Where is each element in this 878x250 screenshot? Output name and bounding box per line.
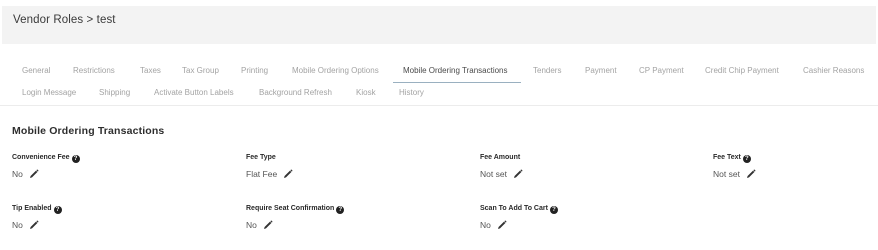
tab-payment[interactable]: Payment [585,66,617,76]
fee-amount-value-text: Not set [480,169,507,179]
tab-shipping[interactable]: Shipping [99,88,130,98]
fee-amount-label-text: Fee Amount [480,154,521,161]
tab-tenders[interactable]: Tenders [533,66,561,76]
tab-cashier-reasons[interactable]: Cashier Reasons [803,66,864,76]
convenience-fee-value-text: No [12,169,23,179]
tab-tax-group[interactable]: Tax Group [182,66,219,76]
tab-taxes[interactable]: Taxes [140,66,161,76]
fee-amount-label: Fee Amount [480,153,520,162]
page-header: Vendor Roles > test [2,6,876,44]
require-seat-confirmation-label: Require Seat Confirmation? [246,204,345,214]
question-circle-icon[interactable]: ? [53,206,62,214]
tab-mobile-ordering-transactions[interactable]: Mobile Ordering Transactions [403,66,508,76]
convenience-fee-label: Convenience Fee? [12,153,80,163]
fee-type-label-text: Fee Type [246,154,276,161]
pencil-icon[interactable] [283,169,293,179]
fee-text-label: Fee Text? [713,153,751,163]
tip-enabled-value-text: No [12,220,23,230]
scan-to-add-to-cart-value-text: No [480,220,491,230]
question-circle-icon[interactable]: ? [742,155,751,163]
tab-general[interactable]: General [22,66,50,76]
require-seat-confirmation-value-text: No [246,220,257,230]
tip-enabled-label-text: Tip Enabled [12,205,52,212]
convenience-fee-value: No [12,169,39,179]
tab-cp-payment[interactable]: CP Payment [639,66,684,76]
pencil-icon[interactable] [497,220,507,230]
question-circle-icon[interactable]: ? [336,206,345,214]
scan-to-add-to-cart-label: Scan To Add To Cart? [480,204,558,214]
convenience-fee-label-text: Convenience Fee [12,154,70,161]
fee-type-value-text: Flat Fee [246,169,278,179]
fee-type-label: Fee Type [246,153,276,162]
tip-enabled-label: Tip Enabled? [12,204,62,214]
tab-mobile-ordering-options[interactable]: Mobile Ordering Options [292,66,379,76]
question-circle-icon[interactable]: ? [71,155,80,163]
fee-text-label-text: Fee Text [713,154,741,161]
fee-text-value-text: Not set [713,169,740,179]
question-circle-icon[interactable]: ? [549,206,558,214]
fee-amount-value: Not set [480,169,523,179]
pencil-icon[interactable] [746,169,756,179]
tab-credit-chip-payment[interactable]: Credit Chip Payment [705,66,779,76]
pencil-icon[interactable] [513,169,523,179]
tab-kiosk[interactable]: Kiosk [356,88,376,98]
tip-enabled-value: No [12,220,39,230]
fee-text-value: Not set [713,169,756,179]
tab-restrictions[interactable]: Restrictions [73,66,115,76]
section-title: Mobile Ordering Transactions [12,125,165,137]
tab-background-refresh[interactable]: Background Refresh [259,88,332,98]
tab-login-message[interactable]: Login Message [22,88,76,98]
pencil-icon[interactable] [263,220,273,230]
require-seat-confirmation-label-text: Require Seat Confirmation [246,205,335,212]
tab-bar: General Restrictions Taxes Tax Group Pri… [0,46,878,106]
fee-type-value: Flat Fee [246,169,293,179]
tab-activate-button-labels[interactable]: Activate Button Labels [154,88,234,98]
active-tab-indicator [393,82,521,83]
tab-history[interactable]: History [399,88,424,98]
require-seat-confirmation-value: No [246,220,273,230]
tab-printing[interactable]: Printing [241,66,268,76]
pencil-icon[interactable] [29,220,39,230]
breadcrumb: Vendor Roles > test [13,14,116,26]
scan-to-add-to-cart-label-text: Scan To Add To Cart [480,205,548,212]
pencil-icon[interactable] [29,169,39,179]
scan-to-add-to-cart-value: No [480,220,507,230]
